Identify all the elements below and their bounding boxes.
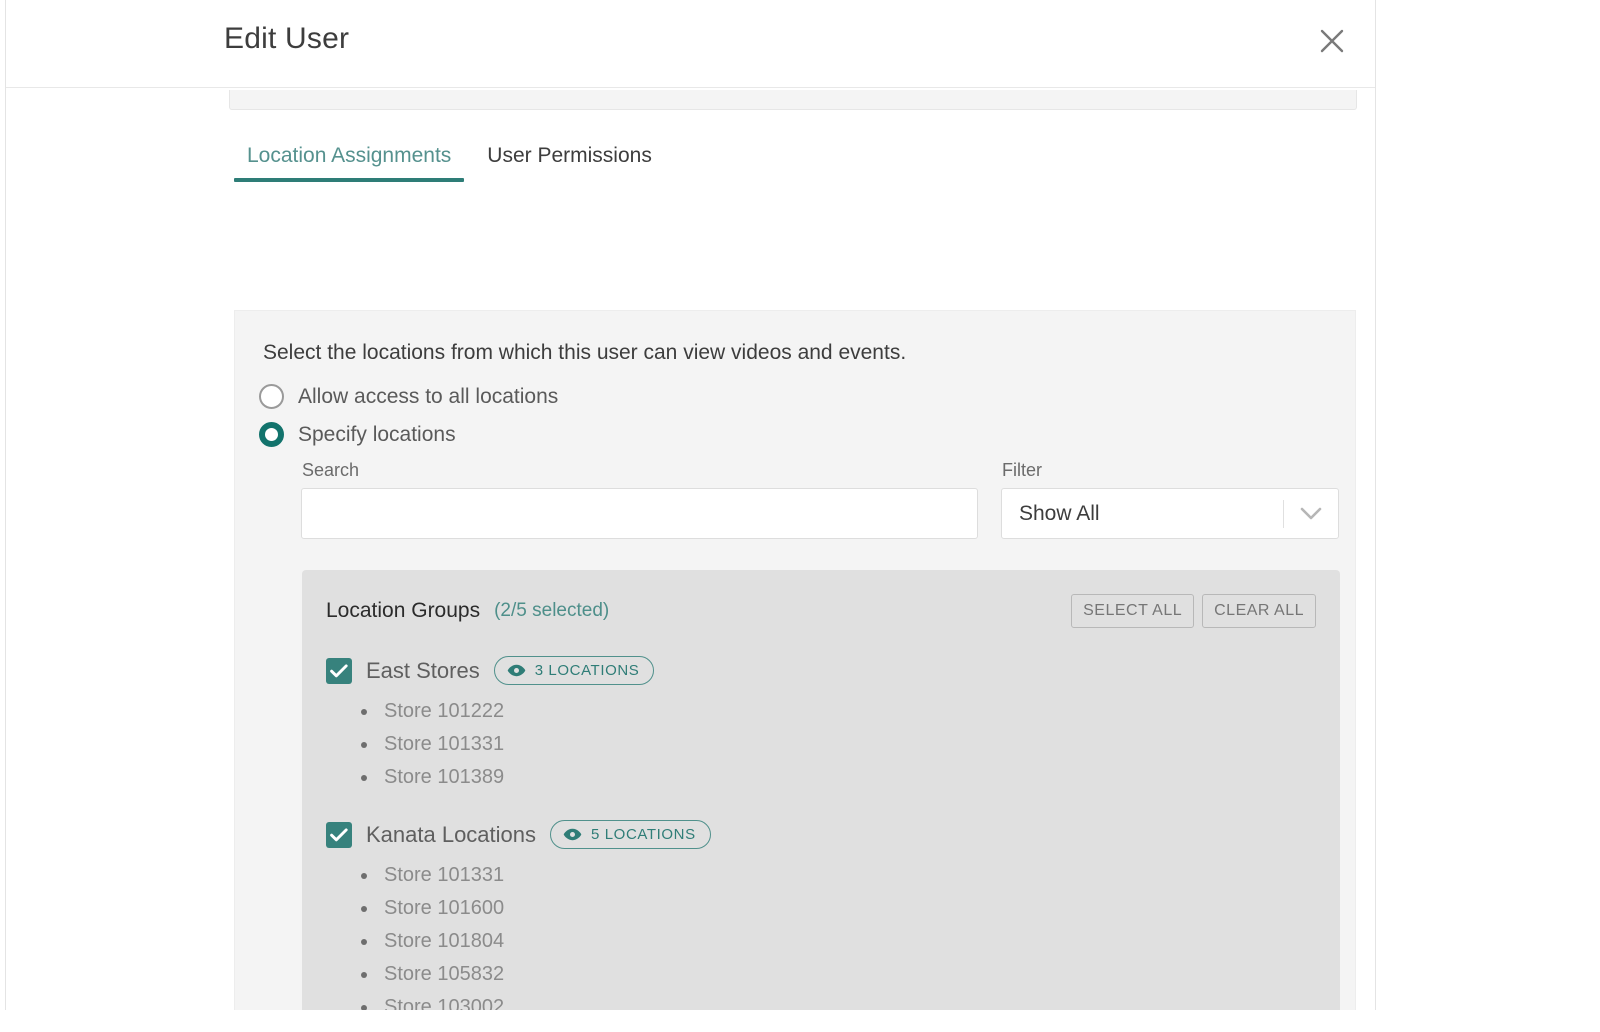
radio-allow-all-locations-label: Allow access to all locations [298, 384, 559, 408]
modal-header: Edit User [6, 0, 1375, 88]
location-group-row-east-stores[interactable]: East Stores 3 LOCATIONS [326, 656, 655, 686]
list-item: Store 101222 [357, 695, 1316, 728]
search-input[interactable] [301, 488, 978, 540]
location-group-name: East Stores [366, 657, 480, 683]
radio-allow-all-locations[interactable]: Allow access to all locations [259, 384, 559, 410]
location-count-badge[interactable]: 3 LOCATIONS [493, 656, 655, 686]
page-title: Edit User [224, 22, 350, 55]
radio-specify-locations-label: Specify locations [298, 422, 456, 446]
chevron-down-icon[interactable] [1284, 507, 1338, 521]
search-filter-row: Search Filter Show All [235, 460, 1355, 570]
filter-selected-value: Show All [1019, 501, 1100, 525]
eye-icon [563, 829, 582, 841]
checkbox-checked-icon[interactable] [326, 821, 352, 848]
list-item: Store 101600 [357, 892, 1316, 925]
list-item: Store 103002 [357, 991, 1316, 1010]
store-list: Store 101331 Store 101600 Store 101804 S… [326, 859, 1316, 1010]
app-root: Edit User Location Assignments User Perm… [0, 0, 1600, 1032]
tab-bar: Location Assignments User Permissions [229, 144, 670, 182]
store-list: Store 101222 Store 101331 Store 101389 [326, 695, 1316, 794]
location-groups-actions: SELECT ALL CLEAR ALL [1071, 594, 1316, 629]
list-item: Store 101389 [357, 761, 1316, 794]
location-group-row-kanata-locations[interactable]: Kanata Locations 5 LOCATIONS [326, 820, 711, 850]
location-count-badge-label: 5 LOCATIONS [591, 826, 696, 844]
list-item: Store 101331 [357, 728, 1316, 761]
search-label: Search [302, 460, 360, 481]
location-groups-header: Location Groups (2/5 selected) SELECT AL… [326, 592, 1316, 630]
location-count-badge[interactable]: 5 LOCATIONS [550, 820, 711, 850]
edit-user-modal: Edit User Location Assignments User Perm… [5, 0, 1376, 1010]
location-count-badge-label: 3 LOCATIONS [534, 662, 640, 680]
location-group-name: Kanata Locations [366, 821, 537, 847]
clear-all-button[interactable]: CLEAR ALL [1202, 594, 1316, 629]
access-scope-radio-group: Allow access to all locations Specify lo… [259, 384, 1355, 448]
location-groups-panel: Location Groups (2/5 selected) SELECT AL… [302, 570, 1340, 1010]
location-assignments-panel: Select the locations from which this use… [234, 310, 1356, 1010]
close-icon[interactable] [1311, 20, 1353, 62]
location-group: Kanata Locations 5 LOCATIONS Store 10133… [326, 820, 1316, 1010]
list-item: Store 105832 [357, 958, 1316, 991]
radio-specify-locations[interactable]: Specify locations [259, 422, 456, 448]
tab-user-permissions[interactable]: User Permissions [469, 144, 670, 182]
checkbox-checked-icon[interactable] [326, 657, 352, 684]
tab-location-assignments[interactable]: Location Assignments [229, 144, 469, 182]
select-all-button[interactable]: SELECT ALL [1071, 594, 1195, 629]
eye-icon [507, 665, 526, 677]
list-item: Store 101804 [357, 925, 1316, 958]
modal-body: Location Assignments User Permissions Se… [6, 88, 1375, 1010]
assignments-description: Select the locations from which this use… [263, 341, 907, 364]
location-group: East Stores 3 LOCATIONS Store 101222 Sto… [326, 656, 1316, 794]
list-item: Store 101331 [357, 859, 1316, 892]
filter-select[interactable]: Show All [1001, 488, 1339, 540]
radio-specify-locations-indicator [259, 422, 284, 448]
location-groups-selected-count: (2/5 selected) [494, 600, 610, 622]
location-groups-title: Location Groups [326, 599, 481, 623]
filter-label: Filter [1002, 460, 1042, 481]
radio-allow-all-locations-indicator [259, 384, 284, 410]
previous-section-panel [229, 90, 1357, 110]
